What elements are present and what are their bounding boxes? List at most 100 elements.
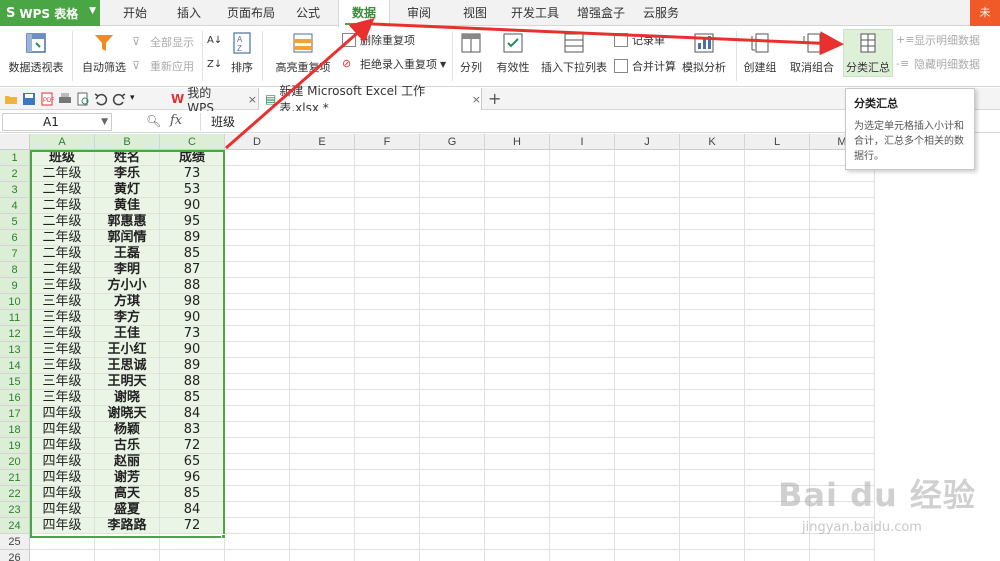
cell-c7[interactable]: 85 [160,246,225,262]
cell-d23[interactable] [225,502,290,518]
cell-k17[interactable] [680,406,745,422]
cell-m16[interactable] [810,390,875,406]
cell-b17[interactable]: 谢晓天 [95,406,160,422]
cell-h3[interactable] [485,182,550,198]
cell-l5[interactable] [745,214,810,230]
login-button[interactable]: 未 [970,0,1000,26]
cell-h24[interactable] [485,518,550,534]
cell-f5[interactable] [355,214,420,230]
cell-a18[interactable]: 四年级 [30,422,95,438]
cell-k4[interactable] [680,198,745,214]
cell-a7[interactable]: 二年级 [30,246,95,262]
cell-l22[interactable] [745,486,810,502]
cell-g9[interactable] [420,278,485,294]
row-header[interactable]: 14 [0,358,30,374]
cell-k19[interactable] [680,438,745,454]
row-header[interactable]: 19 [0,438,30,454]
cell-i14[interactable] [550,358,615,374]
cell-g1[interactable] [420,150,485,166]
cell-l19[interactable] [745,438,810,454]
cell-g23[interactable] [420,502,485,518]
hide-detail-button[interactable]: -≡ 隐藏明细数据 [896,55,980,73]
row-header[interactable]: 4 [0,198,30,214]
pivot-table-button[interactable]: 数据透视表 [6,31,66,75]
column-header-l[interactable]: L [745,134,810,150]
row-header[interactable]: 12 [0,326,30,342]
cell-j7[interactable] [615,246,680,262]
cell-l18[interactable] [745,422,810,438]
cell-l12[interactable] [745,326,810,342]
cell-j15[interactable] [615,374,680,390]
customize-quick-access-icon[interactable]: ▾ [130,93,144,107]
cell-e14[interactable] [290,358,355,374]
cell-g14[interactable] [420,358,485,374]
cell-d17[interactable] [225,406,290,422]
row-header[interactable]: 24 [0,518,30,534]
save-icon[interactable] [22,92,36,106]
cell-c23[interactable]: 84 [160,502,225,518]
cell-c11[interactable]: 90 [160,310,225,326]
cell-h25[interactable] [485,534,550,550]
cell-g4[interactable] [420,198,485,214]
tab-page-layout[interactable]: 页面布局 [218,0,284,26]
validation-button[interactable]: 有效性 [490,31,536,75]
cell-f24[interactable] [355,518,420,534]
cell-l14[interactable] [745,358,810,374]
cell-m21[interactable] [810,470,875,486]
row-header[interactable]: 10 [0,294,30,310]
cell-h16[interactable] [485,390,550,406]
cell-b14[interactable]: 王思诚 [95,358,160,374]
cell-l16[interactable] [745,390,810,406]
cell-f7[interactable] [355,246,420,262]
cell-f18[interactable] [355,422,420,438]
cell-j14[interactable] [615,358,680,374]
cell-d13[interactable] [225,342,290,358]
sort-desc-button[interactable]: Z↓ [207,57,225,75]
cell-j12[interactable] [615,326,680,342]
cell-m12[interactable] [810,326,875,342]
cell-e24[interactable] [290,518,355,534]
cell-c20[interactable]: 65 [160,454,225,470]
cell-f6[interactable] [355,230,420,246]
cell-b13[interactable]: 王小红 [95,342,160,358]
cell-e4[interactable] [290,198,355,214]
cell-a2[interactable]: 二年级 [30,166,95,182]
open-folder-icon[interactable] [4,92,18,106]
cell-d6[interactable] [225,230,290,246]
cell-a14[interactable]: 三年级 [30,358,95,374]
cell-g21[interactable] [420,470,485,486]
cell-d12[interactable] [225,326,290,342]
row-header[interactable]: 15 [0,374,30,390]
cell-j21[interactable] [615,470,680,486]
cell-f14[interactable] [355,358,420,374]
column-header-h[interactable]: H [485,134,550,150]
cell-b10[interactable]: 方琪 [95,294,160,310]
doc-tab-workbook[interactable]: ▤ 新建 Microsoft Excel 工作表.xlsx * × [258,84,482,115]
row-header[interactable]: 9 [0,278,30,294]
cell-b19[interactable]: 古乐 [95,438,160,454]
cell-e26[interactable] [290,550,355,561]
select-all-corner[interactable] [0,134,30,150]
cell-m15[interactable] [810,374,875,390]
cell-a12[interactable]: 三年级 [30,326,95,342]
cell-i23[interactable] [550,502,615,518]
cell-h21[interactable] [485,470,550,486]
app-menu-button[interactable]: S WPS 表格 ▼ [0,0,100,26]
column-header-j[interactable]: J [615,134,680,150]
cell-g15[interactable] [420,374,485,390]
cell-a17[interactable]: 四年级 [30,406,95,422]
cell-f13[interactable] [355,342,420,358]
cell-b21[interactable]: 谢芳 [95,470,160,486]
cell-f11[interactable] [355,310,420,326]
tab-view[interactable]: 视图 [452,0,498,26]
row-header[interactable]: 1 [0,150,30,166]
cell-m5[interactable] [810,214,875,230]
tab-review[interactable]: 审阅 [396,0,442,26]
cell-k10[interactable] [680,294,745,310]
function-icon[interactable]: fx [170,113,182,128]
cell-h26[interactable] [485,550,550,561]
cell-g6[interactable] [420,230,485,246]
cell-a16[interactable]: 三年级 [30,390,95,406]
cell-b12[interactable]: 王佳 [95,326,160,342]
column-header-g[interactable]: G [420,134,485,150]
